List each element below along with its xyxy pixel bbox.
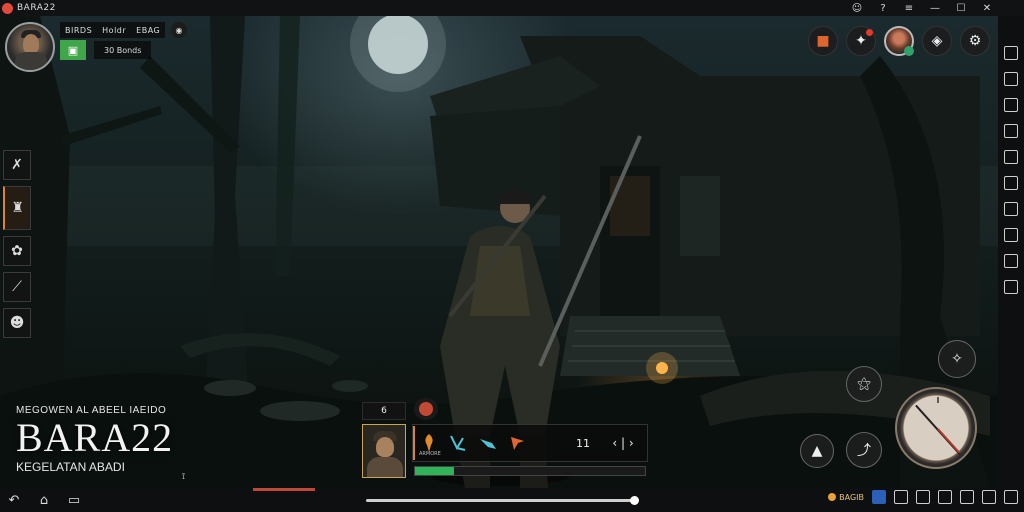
bonus-label: 30 Bonds: [94, 41, 152, 59]
axe-icon: [511, 437, 524, 450]
progress-slider[interactable]: [366, 496, 640, 505]
apk-install-icon[interactable]: [1004, 254, 1018, 268]
jump-icon[interactable]: ⤴: [846, 432, 882, 468]
attack-compass-icon[interactable]: [895, 387, 977, 469]
health-bar: [414, 466, 646, 476]
stat-label-2: Holdr: [97, 22, 132, 38]
record-icon[interactable]: [1004, 98, 1018, 112]
shake-icon[interactable]: [1004, 202, 1018, 216]
leaf-icon[interactable]: ✿: [3, 236, 31, 266]
keyboard-icon[interactable]: [872, 490, 886, 504]
account-icon[interactable]: ☺: [850, 1, 864, 15]
location-icon[interactable]: [1004, 176, 1018, 190]
level-indicator: 6: [362, 402, 406, 420]
game-title-block: MEGOWEN AL ABEEL IAEIDO BARA22 KEGELATAN…: [16, 405, 173, 474]
game-subtitle: KEGELATAN ABADI: [16, 460, 125, 474]
crossed-swords-icon[interactable]: ✗: [3, 150, 31, 180]
maximize-button[interactable]: ☐: [954, 1, 968, 15]
bonus-row: ▣ 30 Bonds: [60, 40, 152, 60]
stat-label-1: BIRDS: [60, 22, 98, 38]
collapse-icon[interactable]: [1004, 490, 1018, 504]
special-icon[interactable]: ⚝: [846, 366, 882, 402]
torch-icon: [425, 434, 433, 452]
status-badge-text: BAGIB: [839, 492, 864, 502]
character-portrait[interactable]: [362, 424, 406, 478]
add-currency-button[interactable]: ▣: [60, 40, 86, 60]
player-avatar[interactable]: [5, 22, 55, 72]
stat-label-3: EBAG: [131, 22, 166, 38]
emulator-bottom-bar: ↶ ⌂ ▭ BAGIB: [0, 488, 1024, 512]
cycle-items-icon[interactable]: ‹ | ›: [603, 436, 643, 450]
window-titlebar: BARA22 ☺ ? ≡ — ☐ ✕: [0, 0, 1024, 16]
emote-icon[interactable]: ☻: [3, 308, 31, 338]
home-icon[interactable]: ⌂: [34, 490, 54, 510]
interact-icon[interactable]: ▲: [800, 434, 834, 468]
hotbar-slot-claw[interactable]: [443, 426, 473, 460]
blade-icon: [480, 439, 496, 449]
emulator-side-toolbar: [998, 16, 1024, 488]
armor-icon[interactable]: ♜: [3, 186, 31, 230]
screenshot-icon[interactable]: [1004, 72, 1018, 86]
multi-instance-icon[interactable]: [1004, 124, 1018, 138]
window-icon[interactable]: [982, 490, 996, 504]
hero-avatar-icon[interactable]: [884, 26, 914, 56]
camera-icon[interactable]: [916, 490, 930, 504]
hotbar-slot-axe[interactable]: [503, 426, 533, 460]
back-icon[interactable]: ↶: [4, 490, 24, 510]
claw-icon: [450, 435, 466, 451]
backpack-icon[interactable]: ■: [808, 26, 838, 56]
app-logo-icon: [2, 2, 13, 14]
top-right-menu: ■ ✦ ◈ ⚙: [808, 26, 990, 56]
menu-icon[interactable]: ≡: [902, 1, 916, 15]
window-title: BARA22: [17, 3, 56, 13]
loading-indicator: [253, 488, 315, 491]
more-options-icon[interactable]: [1004, 280, 1018, 294]
rotate-icon[interactable]: [1004, 228, 1018, 242]
title-mark: ɪ̃: [182, 472, 185, 481]
hotbar-slot-blade[interactable]: [473, 426, 503, 460]
recent-apps-icon[interactable]: ▭: [64, 490, 84, 510]
settings-gear-icon[interactable]: ⚙: [960, 26, 990, 56]
fullscreen-icon[interactable]: [938, 490, 952, 504]
close-button[interactable]: ✕: [980, 1, 994, 15]
slot-label: ARMORE: [419, 451, 441, 457]
hotbar-slot-torch[interactable]: ARMORE: [413, 426, 443, 460]
volume-icon[interactable]: [1004, 150, 1018, 164]
game-title: BARA22: [16, 415, 174, 460]
feather-icon[interactable]: ⟋: [3, 272, 31, 302]
rank-emblem-icon[interactable]: ◉: [171, 22, 188, 38]
pet-icon[interactable]: [414, 398, 438, 420]
keyboard-mapping-icon[interactable]: [1004, 46, 1018, 60]
sync-icon[interactable]: [960, 490, 974, 504]
minimize-button[interactable]: —: [928, 1, 942, 15]
status-badge: BAGIB: [828, 493, 864, 502]
item-hotbar: ARMORE 11 ‹ | ›: [412, 424, 648, 462]
sword-alert-icon[interactable]: ✦: [846, 26, 876, 56]
shield-icon[interactable]: ◈: [922, 26, 952, 56]
left-skill-column: ✗ ♜ ✿ ⟋ ☻: [3, 150, 31, 338]
progress-slider-knob[interactable]: [630, 496, 640, 505]
help-icon[interactable]: ?: [876, 1, 890, 15]
player-stats-bar: BIRDS Holdr EBAG ◉: [60, 22, 188, 38]
gamepad-icon[interactable]: [894, 490, 908, 504]
item-count: 11: [576, 436, 590, 450]
dash-icon[interactable]: ✧: [938, 340, 976, 378]
health-bar-fill: [415, 467, 455, 475]
